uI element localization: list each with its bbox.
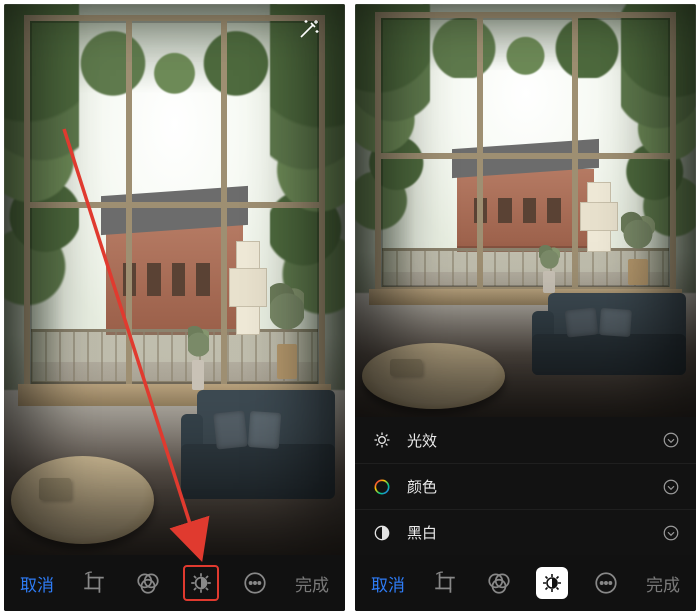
done-button[interactable]: 完成 [287, 567, 337, 600]
filters-icon[interactable] [126, 561, 170, 605]
light-icon [371, 429, 393, 451]
chevron-down-icon [662, 478, 680, 496]
right-screenshot: 光效 颜色 [355, 4, 696, 611]
cancel-button[interactable]: 取消 [12, 567, 62, 600]
adjust-row-label: 颜色 [407, 476, 662, 497]
tutorial-two-up: 取消 [0, 0, 700, 615]
photo-canvas[interactable] [355, 4, 696, 417]
adjust-icon[interactable] [530, 561, 574, 605]
left-screenshot: 取消 [4, 4, 345, 611]
bw-icon [371, 522, 393, 544]
top-bar [4, 4, 345, 54]
crop-rotate-icon[interactable] [72, 561, 116, 605]
color-icon [371, 476, 393, 498]
adjust-row-label: 黑白 [407, 522, 662, 543]
photo-content [355, 4, 696, 417]
adjust-row-bw[interactable]: 黑白 [355, 509, 696, 555]
photo-canvas[interactable] [4, 4, 345, 555]
adjust-row-label: 光效 [407, 430, 662, 451]
crop-rotate-icon[interactable] [423, 561, 467, 605]
chevron-down-icon [662, 524, 680, 542]
photo-content [4, 4, 345, 555]
more-icon[interactable] [584, 561, 628, 605]
adjust-row-color[interactable]: 颜色 [355, 463, 696, 509]
done-button[interactable]: 完成 [638, 567, 688, 600]
filters-icon[interactable] [477, 561, 521, 605]
bottom-toolbar: 取消 [4, 555, 345, 611]
more-icon[interactable] [233, 561, 277, 605]
adjustments-panel: 光效 颜色 [355, 417, 696, 555]
adjust-row-light[interactable]: 光效 [355, 417, 696, 463]
bottom-toolbar: 取消 [355, 555, 696, 611]
magic-wand-icon[interactable] [287, 7, 331, 51]
adjust-icon[interactable] [179, 561, 223, 605]
chevron-down-icon [662, 431, 680, 449]
cancel-button[interactable]: 取消 [363, 567, 413, 600]
